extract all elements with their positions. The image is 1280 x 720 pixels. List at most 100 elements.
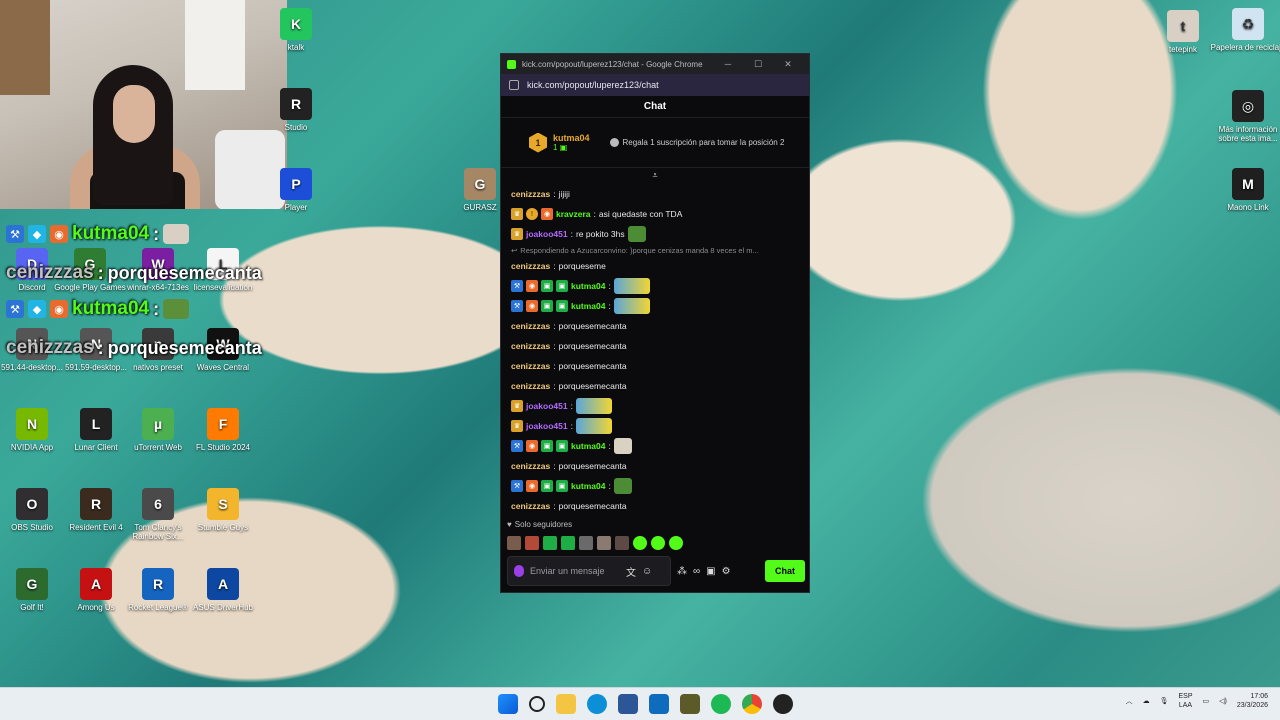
desktop-icon[interactable]: F FL Studio 2024 [185,408,261,452]
store-icon[interactable] [618,694,638,714]
overlay-text: porquesemecanta [107,262,262,283]
chat-message[interactable]: ⚒ ◉ ▣ ▣ kutma04: [511,296,801,316]
network-icon[interactable]: ▭ [1203,697,1210,705]
emote-icon[interactable] [507,536,521,550]
chat-username[interactable]: kutma04 [571,481,606,491]
chat-username[interactable]: cenizzzas [511,341,550,351]
app-icon[interactable] [680,694,700,714]
pinned-gifter[interactable]: 1 kutma04 1 ▣ Regala 1 suscripción para … [501,118,809,168]
address-bar[interactable]: kick.com/popout/luperez123/chat [501,74,809,96]
points-icon[interactable]: ⁂ [677,566,687,577]
chat-username[interactable]: kutma04 [571,441,606,451]
microphone-icon[interactable] [514,565,524,577]
chat-message[interactable]: ⚒ ◉ ▣ ▣ kutma04: [511,476,801,496]
infinity-icon[interactable]: ∞ [693,566,700,577]
collapse-icon[interactable]: ⩡ [501,168,809,182]
desktop-icon[interactable]: M Maono Link [1210,168,1280,212]
chat-message[interactable]: cenizzzas: porquesemecanta [511,376,801,396]
reply-context[interactable]: ↩ Respondiendo a Azucarconvino: }porque c… [511,244,801,256]
chat-username[interactable]: cenizzzas [511,361,550,371]
chat-message[interactable]: cenizzzas: porqueseme [511,256,801,276]
chat-message[interactable]: cenizzzas: porquesemecanta [511,496,801,516]
edge-icon[interactable] [587,694,607,714]
chat-username[interactable]: cenizzzas [511,189,550,199]
emote-icon[interactable] [579,536,593,550]
send-chat-button[interactable]: Chat [765,560,805,582]
chrome-icon[interactable] [742,694,762,714]
chat-input[interactable] [530,566,620,576]
translate-icon[interactable]: 文 [626,564,636,579]
emote-icon[interactable] [543,536,557,550]
chat-username[interactable]: kravzera [556,209,591,219]
chevron-up-icon[interactable]: ︿ [1126,696,1133,706]
overlay-separator: : [97,337,104,358]
file-explorer-icon[interactable] [556,694,576,714]
microphone-icon[interactable]: 🎙 [1160,697,1169,705]
clock[interactable]: 17:06 23/3/2026 [1237,692,1268,710]
desktop-icon-label: Más información sobre esta ima... [1218,125,1278,144]
chat-username[interactable]: kutma04 [571,301,606,311]
obs-icon[interactable] [773,694,793,714]
chat-message[interactable]: ♛ joakoo451: re pokito 3hs [511,224,801,244]
chat-username[interactable]: cenizzzas [511,381,550,391]
app-icon: O [16,488,48,520]
chat-message[interactable]: ⚒ ◉ ▣ ▣ kutma04: [511,276,801,296]
gear-icon[interactable]: ⚙ [722,566,731,577]
emote-icon[interactable] [597,536,611,550]
emote-icon[interactable] [669,536,683,550]
pinned-username[interactable]: kutma04 [553,133,590,143]
emote-icon[interactable] [651,536,665,550]
chat-message[interactable]: ♛ joakoo451: [511,396,801,416]
gift-icon[interactable]: ▣ [706,566,715,577]
desktop-icon[interactable]: Kktalk [258,8,334,52]
app-icon: t [1167,10,1199,42]
start-icon[interactable] [498,694,518,714]
minimize-button[interactable]: ─ [713,59,743,69]
chat-username[interactable]: cenizzzas [511,261,550,271]
emote-icon[interactable] [525,536,539,550]
chat-message[interactable]: ⚒ ◉ ▣ ▣ kutma04: [511,436,801,456]
search-icon[interactable] [529,696,545,712]
chat-message[interactable]: cenizzzas: porquesemecanta [511,356,801,376]
chat-username[interactable]: cenizzzas [511,501,550,511]
volume-icon[interactable]: ◁) [1219,697,1227,705]
chat-message[interactable]: cenizzzas: porquesemecanta [511,456,801,476]
emote-icon[interactable] [633,536,647,550]
url-text[interactable]: kick.com/popout/luperez123/chat [527,80,659,90]
gift-sub-prompt[interactable]: Regala 1 suscripción para tomar la posic… [609,138,785,147]
desktop-icon[interactable]: A ASUS DriverHub [185,568,261,612]
outlook-icon[interactable] [649,694,669,714]
gift-text[interactable]: Regala 1 suscripción para tomar la posic… [623,138,785,147]
desktop-icon[interactable]: P Player [258,168,334,212]
blue-badge-icon: ⚒ [511,300,523,312]
desktop-icon[interactable]: S Stumble Guys [185,488,261,532]
desktop-icon[interactable]: ♻ Papelera de reciclaje [1210,8,1280,52]
green-badge-icon: ▣ [556,280,568,292]
language-indicator[interactable]: ESP LAA [1178,692,1192,710]
emoji-icon[interactable]: ☺ [642,566,652,577]
desktop-icon[interactable]: R Studio [258,88,334,132]
chat-input-box[interactable]: 文 ☺ [507,556,671,586]
emote-icon[interactable] [615,536,629,550]
chat-message[interactable]: cenizzzas: porquesemecanta [511,316,801,336]
chat-message[interactable]: ♛! ◉ kravzera: asi quedaste con TDA [511,204,801,224]
site-settings-icon[interactable] [509,80,519,90]
quick-emote-bar [507,536,683,550]
chat-message[interactable]: ♛ joakoo451: [511,416,801,436]
chat-username[interactable]: kutma04 [571,281,606,291]
chat-username[interactable]: joakoo451 [526,229,568,239]
maximize-button[interactable]: ☐ [743,59,773,70]
gold-badge-icon: ♛ [511,420,523,432]
emote-icon[interactable] [561,536,575,550]
chat-username[interactable]: cenizzzas [511,321,550,331]
spotify-icon[interactable] [711,694,731,714]
chat-username[interactable]: joakoo451 [526,401,568,411]
cloud-icon[interactable]: ☁ [1143,697,1150,705]
desktop-icon[interactable]: ◎ Más información sobre esta ima... [1210,90,1280,143]
emote-icon [613,438,632,454]
close-button[interactable]: ✕ [773,59,803,70]
chat-message[interactable]: cenizzzas: porquesemecanta [511,336,801,356]
chat-username[interactable]: cenizzzas [511,461,550,471]
chat-message[interactable]: cenizzzas: jijiji [511,184,801,204]
chat-username[interactable]: joakoo451 [526,421,568,431]
